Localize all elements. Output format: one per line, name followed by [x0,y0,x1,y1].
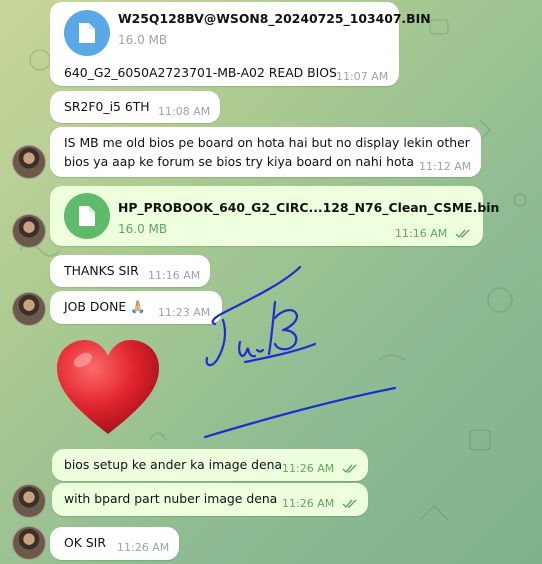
message-text-line: bios ya aap ke forum se bios try kiya bo… [64,154,414,169]
avatar[interactable] [12,292,46,326]
message-text: bios setup ke ander ka image dena [64,457,283,472]
file-name[interactable]: HP_PROBOOK_640_G2_CIRC...128_N76_Clean_C… [118,200,499,215]
message-time: 11:26 AM [282,497,358,510]
message-time-text: 11:26 AM [282,497,335,510]
avatar[interactable] [12,214,46,248]
message-text: OK SIR [64,535,106,550]
message-time: 11:26 AM [117,541,170,554]
heart-emoji-sticker[interactable] [55,338,161,438]
message-time: 11:07 AM [336,70,389,83]
avatar[interactable] [12,526,46,560]
message-time-text: 11:16 AM [395,227,448,240]
message-text: SR2F0_i5 6TH [64,99,150,114]
message-time: 11:16 AM [395,227,471,240]
message-time-text: 11:26 AM [282,462,335,475]
double-check-icon [342,499,357,509]
message-time: 11:26 AM [282,462,358,475]
message-time: 11:08 AM [158,105,211,118]
avatar[interactable] [12,484,46,518]
message-text: THANKS SIR [64,263,139,278]
double-check-icon [342,464,357,474]
avatar[interactable] [12,145,46,179]
handwritten-signature[interactable] [185,262,405,442]
message-text-line: IS MB me old bios pe board on hota hai b… [64,135,470,150]
message-file-bubble[interactable]: W25Q128BV@WSON8_20240725_103407.BIN 16.0… [50,2,431,86]
document-icon[interactable] [64,10,110,56]
message-text: with bpard part nuber image dena [64,491,278,506]
file-name[interactable]: W25Q128BV@WSON8_20240725_103407.BIN [118,11,431,26]
document-icon[interactable] [64,193,110,239]
message-text: JOB DONE 🙏🏼 [64,299,146,314]
message-bubble: IS MB me old bios pe board on hota hai b… [50,127,481,177]
message-file-bubble-outgoing[interactable]: HP_PROBOOK_640_G2_CIRC...128_N76_Clean_C… [50,186,499,246]
message-caption: 640_G2_6050A2723701-MB-A02 READ BIOS [64,65,337,80]
file-size: 16.0 MB [118,222,168,236]
message-bubble-outgoing: with bpard part nuber image dena 11:26 A… [52,483,368,516]
double-check-icon [455,229,470,239]
message-bubble-outgoing: bios setup ke ander ka image dena 11:26 … [52,449,368,481]
message-time: 11:12 AM [419,160,472,173]
message-bubble: OK SIR 11:26 AM [50,527,179,560]
file-size: 16.0 MB [118,33,168,47]
message-bubble: SR2F0_i5 6TH 11:08 AM [50,91,220,123]
